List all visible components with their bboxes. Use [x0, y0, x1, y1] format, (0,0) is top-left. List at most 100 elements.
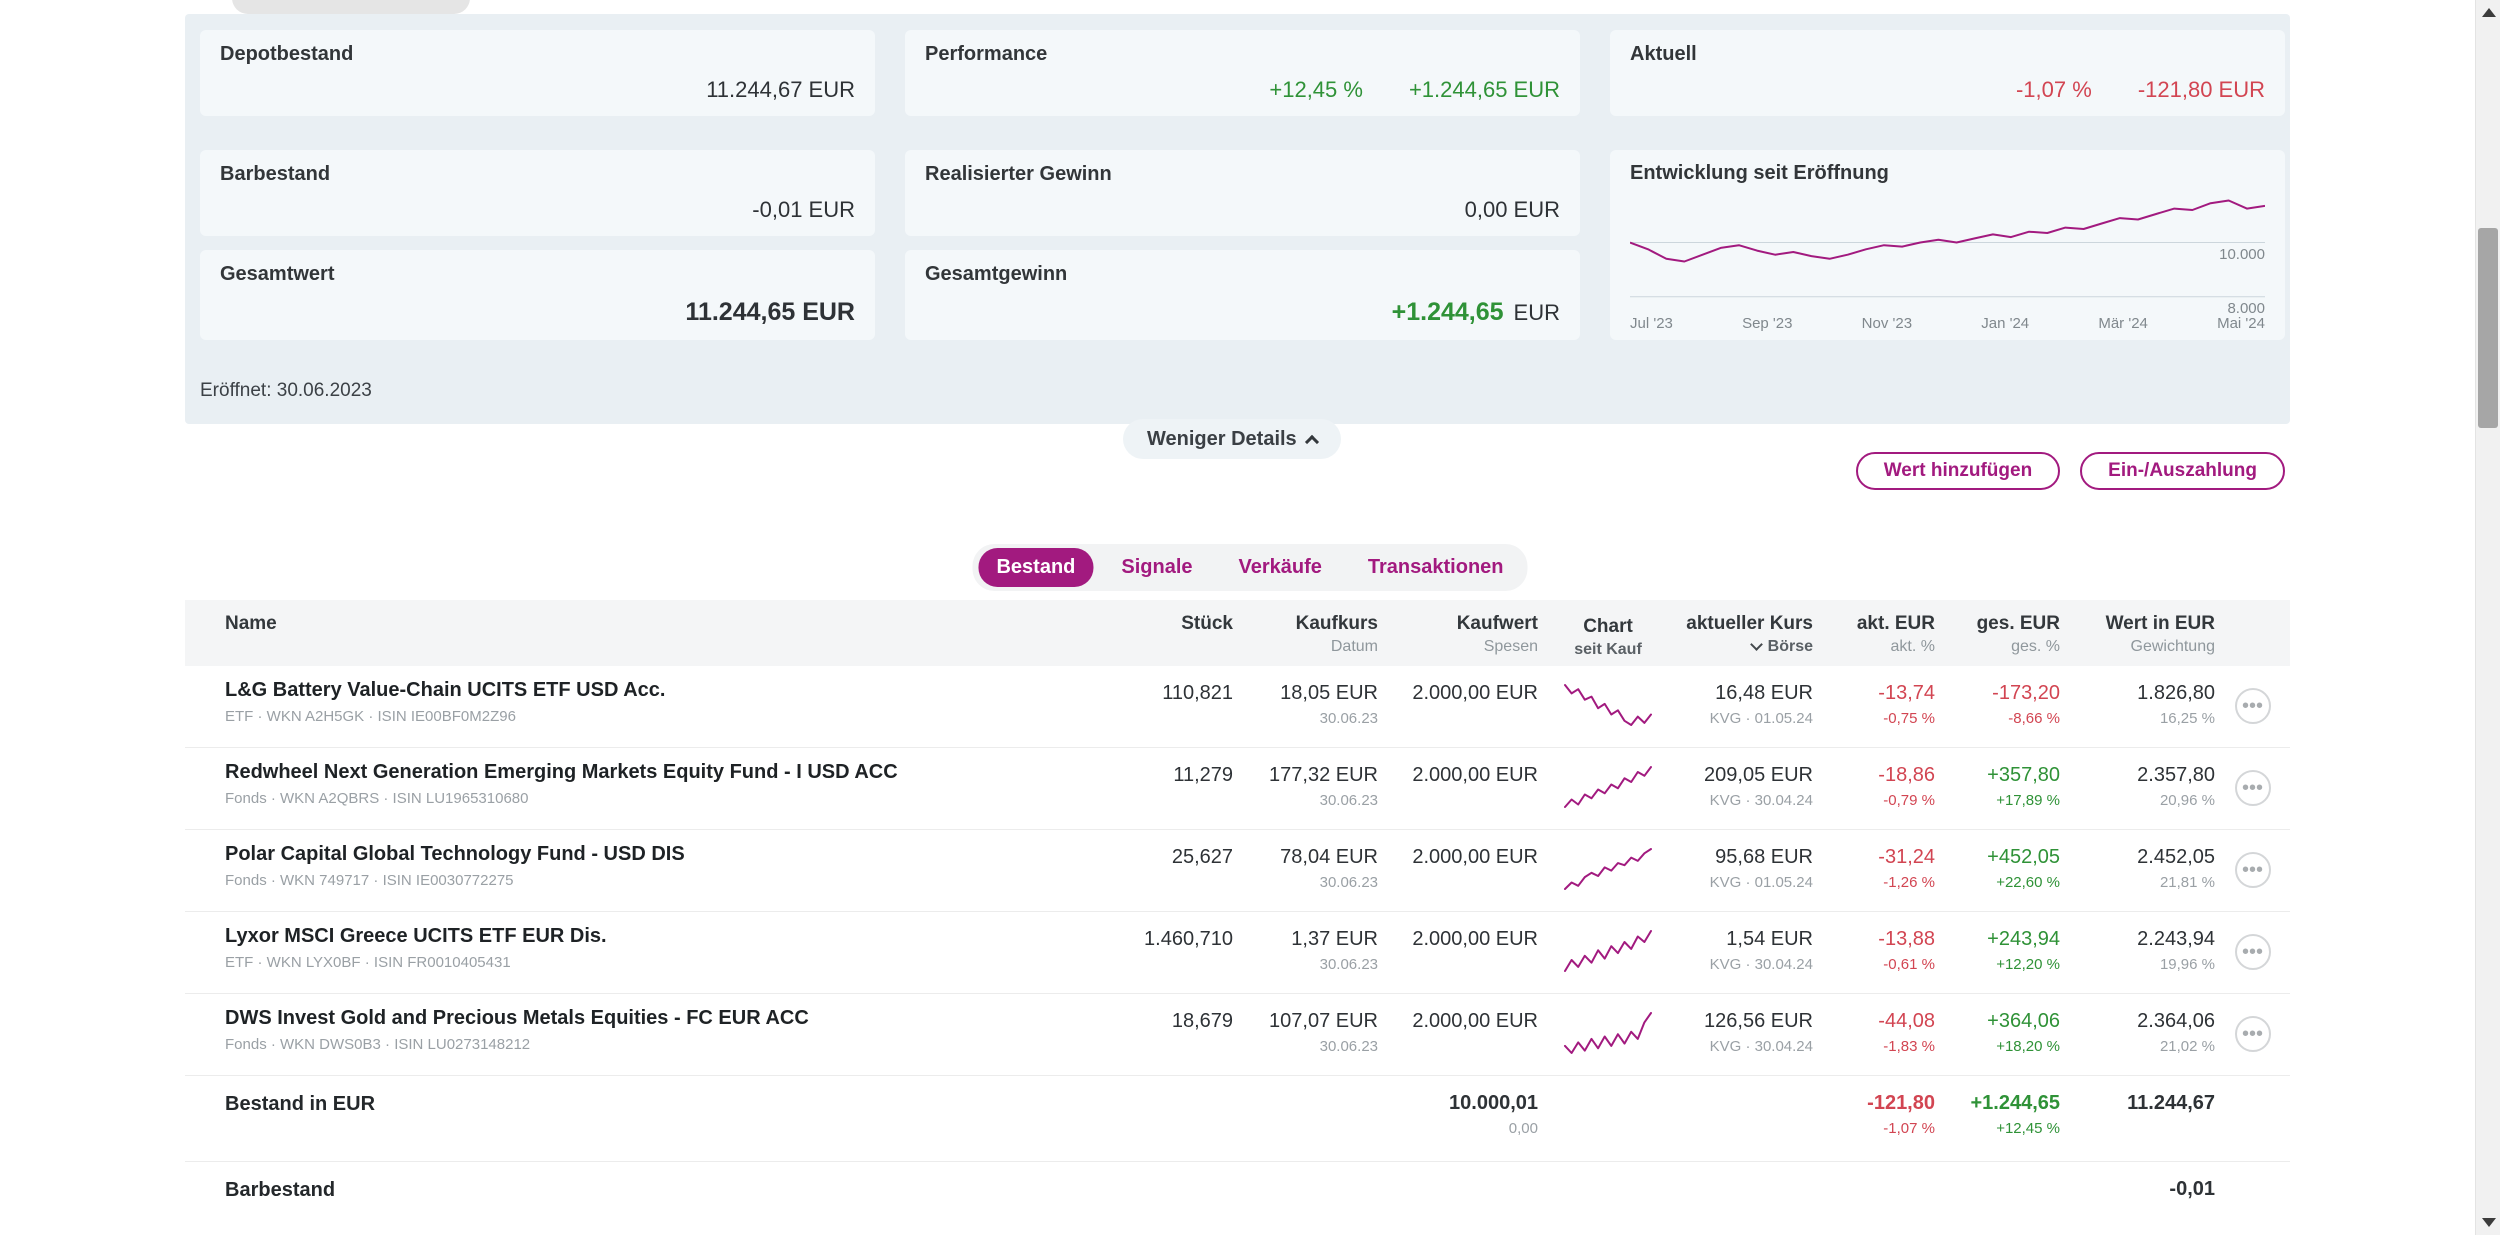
sparkline-chart[interactable]: [1562, 1010, 1654, 1056]
cell-ges: +452,05+22,60 %: [1935, 830, 2060, 911]
value-main: +452,05: [1935, 846, 2060, 869]
cell-chart[interactable]: [1538, 666, 1678, 747]
cell-kurs: 16,48 EURKVG · 01.05.24: [1678, 666, 1813, 747]
card-label: Performance: [925, 43, 1560, 66]
positions-table: Name Stück Kaufkurs Datum Kaufwert Spese…: [185, 600, 2290, 1235]
card-barbestand: Barbestand -0,01 EUR: [200, 150, 875, 236]
x-axis-label: Nov '23: [1862, 315, 1912, 332]
cell-chart[interactable]: [1538, 748, 1678, 829]
cell-kurs: 209,05 EURKVG · 30.04.24: [1678, 748, 1813, 829]
instrument-meta: Fonds · WKN A2QBRS · ISIN LU1965310680: [225, 790, 1083, 807]
cell-wert: 1.826,8016,25 %: [2060, 666, 2215, 747]
scrollbar-thumb[interactable]: [2478, 228, 2498, 428]
ellipsis-icon: •••: [2242, 941, 2263, 963]
value-main: 25,627: [1083, 846, 1233, 869]
header-label: Name: [225, 613, 1083, 635]
tab-transaktionen[interactable]: Transaktionen: [1350, 548, 1522, 587]
cell-kaufkurs: 78,04 EUR30.06.23: [1233, 830, 1378, 911]
header-boerse[interactable]: Börse: [1678, 638, 1813, 656]
table-tabs: Bestand Signale Verkäufe Transaktionen: [972, 544, 1527, 591]
cell-chart[interactable]: [1538, 912, 1678, 993]
header-label: Stück: [1083, 613, 1233, 635]
cell-akt: -13,74-0,75 %: [1813, 666, 1935, 747]
row-menu-button[interactable]: •••: [2235, 852, 2271, 888]
value-main: 2.452,05: [2060, 846, 2215, 869]
cell-kaufwert: 2.000,00 EUR: [1378, 994, 1538, 1075]
gesamtwert-value: 11.244,65 EUR: [685, 298, 855, 327]
value-sub: 30.06.23: [1233, 792, 1378, 809]
performance-percent: +12,45 %: [1269, 77, 1363, 103]
value-main: +364,06: [1935, 1010, 2060, 1033]
table-row[interactable]: Polar Capital Global Technology Fund - U…: [185, 830, 2290, 912]
sparkline-chart[interactable]: [1562, 764, 1654, 810]
value-main: -121,80: [1813, 1092, 1935, 1115]
value-main: 2.000,00 EUR: [1378, 682, 1538, 705]
cell-akt: -18,86-0,79 %: [1813, 748, 1935, 829]
instrument-name[interactable]: Lyxor MSCI Greece UCITS ETF EUR Dis.: [225, 925, 1083, 948]
value-sub: +12,45 %: [1935, 1120, 2060, 1137]
scroll-down-button[interactable]: [2476, 1210, 2500, 1235]
x-axis-label: Sep '23: [1742, 315, 1792, 332]
cell-stueck: 110,821: [1083, 666, 1233, 747]
header-sublabel: Börse: [1768, 638, 1813, 655]
total-ges: +1.244,65+12,45 %: [1935, 1076, 2060, 1161]
total-akt: -121,80 -1,07 %: [1813, 1076, 1935, 1161]
instrument-name[interactable]: Polar Capital Global Technology Fund - U…: [225, 843, 1083, 866]
cell-kurs: 126,56 EURKVG · 30.04.24: [1678, 994, 1813, 1075]
cell-kaufkurs: 107,07 EUR30.06.23: [1233, 994, 1378, 1075]
aktuell-percent: -1,07 %: [2016, 77, 2092, 103]
row-menu-button[interactable]: •••: [2235, 688, 2271, 724]
cell-chart[interactable]: [1538, 830, 1678, 911]
development-chart[interactable]: 10.0008.000: [1630, 191, 2265, 313]
header-kurs: aktueller Kurs Börse: [1678, 600, 1813, 666]
value-sub: -1,26 %: [1813, 874, 1935, 891]
card-label: Realisierter Gewinn: [925, 163, 1560, 186]
cell-kaufwert: 2.000,00 EUR: [1378, 830, 1538, 911]
opened-date: Eröffnet: 30.06.2023: [200, 380, 372, 402]
arrow-up-icon: [2482, 8, 2496, 17]
row-menu-button[interactable]: •••: [2235, 1016, 2271, 1052]
header-label: Chart: [1538, 616, 1678, 638]
row-menu-button[interactable]: •••: [2235, 770, 2271, 806]
wert-hinzufuegen-button[interactable]: Wert hinzufügen: [1856, 452, 2060, 490]
cell-kaufkurs: 18,05 EUR30.06.23: [1233, 666, 1378, 747]
sparkline-chart[interactable]: [1562, 928, 1654, 974]
y-axis-label: 10.000: [2219, 246, 2265, 263]
instrument-name[interactable]: Redwheel Next Generation Emerging Market…: [225, 761, 1083, 784]
value-sub: -1,07 %: [1813, 1120, 1935, 1137]
gesamtgewinn-value: +1.244,65: [1392, 298, 1504, 327]
value-sub: -8,66 %: [1935, 710, 2060, 727]
value-sub: +18,20 %: [1935, 1038, 2060, 1055]
instrument-name[interactable]: DWS Invest Gold and Precious Metals Equi…: [225, 1007, 1083, 1030]
table-row[interactable]: Lyxor MSCI Greece UCITS ETF EUR Dis. ETF…: [185, 912, 2290, 994]
value-main: 2.000,00 EUR: [1378, 928, 1538, 951]
vertical-scrollbar[interactable]: [2475, 0, 2500, 1235]
instrument-name[interactable]: L&G Battery Value-Chain UCITS ETF USD Ac…: [225, 679, 1083, 702]
ein-auszahlung-button[interactable]: Ein-/Auszahlung: [2080, 452, 2285, 490]
table-row[interactable]: DWS Invest Gold and Precious Metals Equi…: [185, 994, 2290, 1076]
cell-kaufkurs: 1,37 EUR30.06.23: [1233, 912, 1378, 993]
value-main: 95,68 EUR: [1678, 846, 1813, 869]
tab-signale[interactable]: Signale: [1103, 548, 1210, 587]
card-entwicklung: Entwicklung seit Eröffnung 10.0008.000 J…: [1610, 150, 2285, 340]
tab-bestand[interactable]: Bestand: [978, 548, 1093, 587]
table-row[interactable]: L&G Battery Value-Chain UCITS ETF USD Ac…: [185, 666, 2290, 748]
cell-stueck: 11,279: [1083, 748, 1233, 829]
value-sub: 21,02 %: [2060, 1038, 2215, 1055]
sparkline-chart[interactable]: [1562, 846, 1654, 892]
value-main: 1,54 EUR: [1678, 928, 1813, 951]
value-main: -13,74: [1813, 682, 1935, 705]
scrolled-off-button[interactable]: [232, 0, 470, 14]
cell-chart[interactable]: [1538, 994, 1678, 1075]
tab-verkaeufe[interactable]: Verkäufe: [1221, 548, 1340, 587]
row-menu-button[interactable]: •••: [2235, 934, 2271, 970]
card-label: Gesamtgewinn: [925, 263, 1560, 286]
header-label: Kaufwert: [1378, 613, 1538, 635]
action-buttons: Wert hinzufügen Ein-/Auszahlung: [1856, 452, 2285, 490]
realisierter-gewinn-value: 0,00 EUR: [1465, 197, 1560, 223]
scroll-up-button[interactable]: [2476, 0, 2500, 25]
sparkline-chart[interactable]: [1562, 682, 1654, 728]
cell-kaufwert: 2.000,00 EUR: [1378, 748, 1538, 829]
weniger-details-button[interactable]: Weniger Details: [1123, 419, 1341, 459]
table-row[interactable]: Redwheel Next Generation Emerging Market…: [185, 748, 2290, 830]
